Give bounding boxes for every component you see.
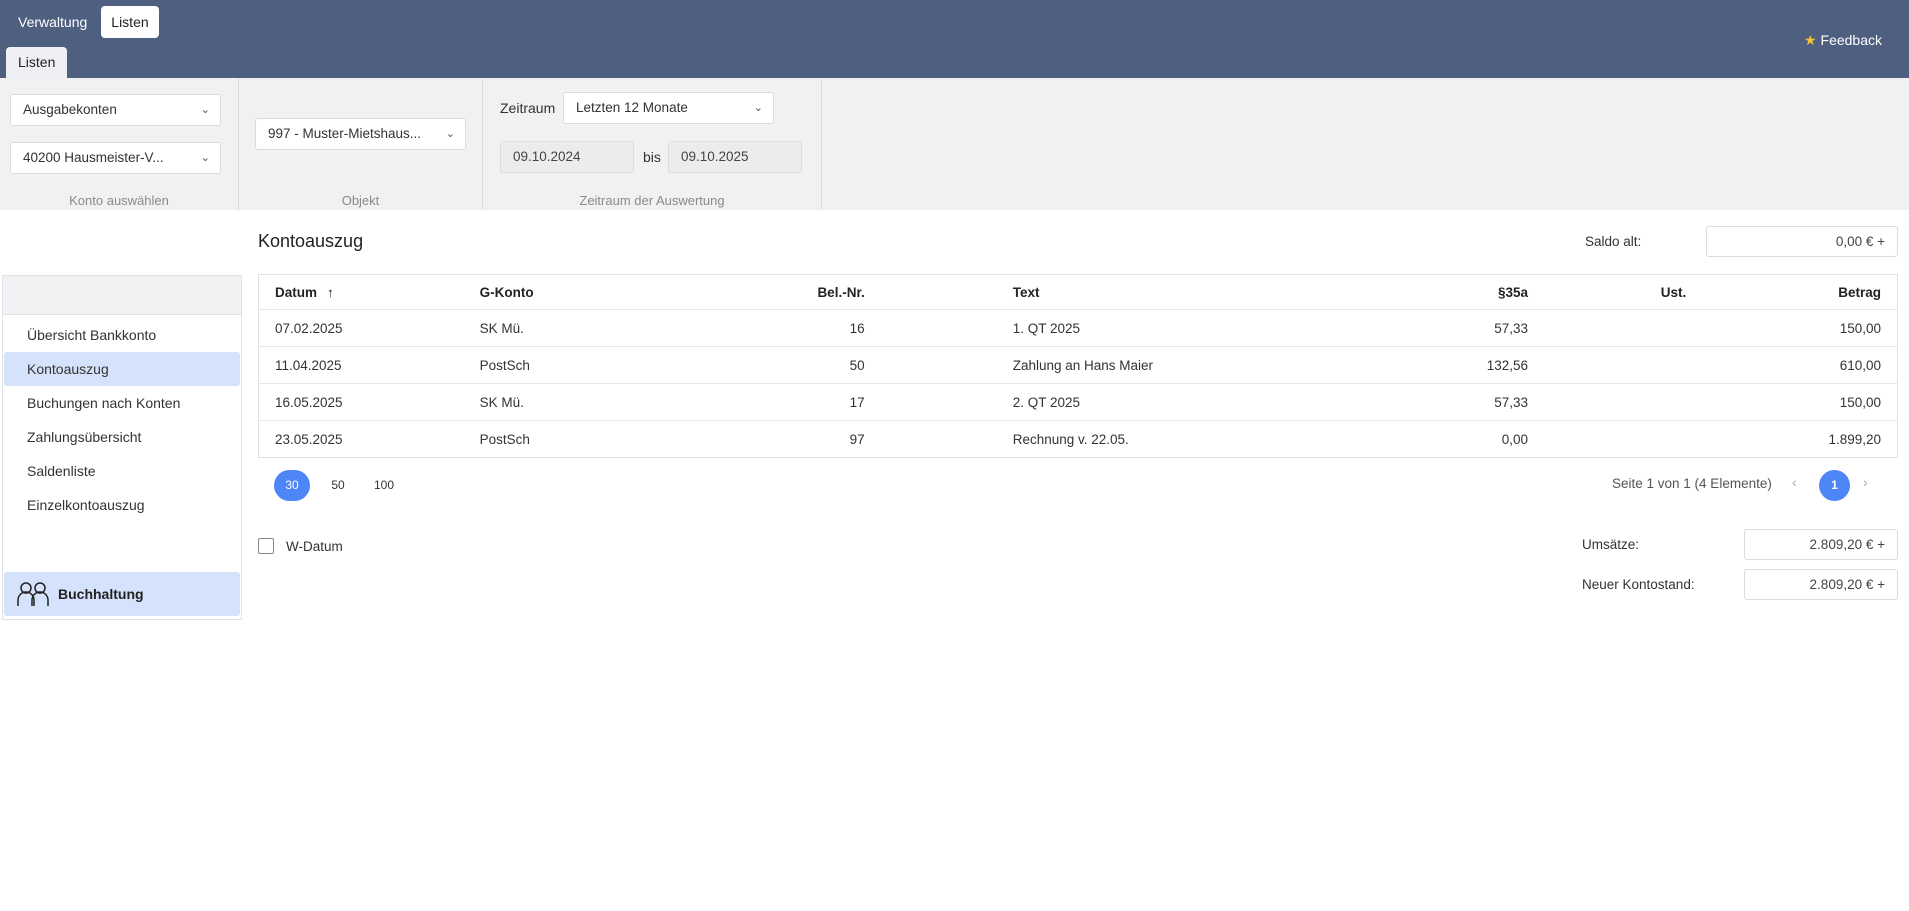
saldo-alt-label: Saldo alt: — [1585, 234, 1642, 249]
cell-text: Rechnung v. 22.05. — [1012, 431, 1129, 447]
nav-listen[interactable]: Listen — [101, 6, 159, 38]
col-beleg[interactable]: Bel.-Nr. — [671, 285, 881, 300]
top-bar: Verwaltung Listen Listen ★ Feedback — [0, 0, 1909, 78]
sort-ascending-icon: ↑ — [327, 284, 334, 300]
table-row[interactable]: 11.04.2025 PostSch 50 Zahlung an Hans Ma… — [259, 346, 1897, 383]
umsaetze-label: Umsätze: — [1582, 537, 1640, 552]
konto-caption: Konto auswählen — [69, 193, 169, 208]
people-icon — [17, 582, 49, 606]
tab-listen[interactable]: Listen — [6, 47, 68, 78]
wdatum-label: W-Datum — [286, 539, 343, 554]
konto-select[interactable]: 40200 Hausmeister-V... ⌄ — [10, 142, 221, 174]
cell-betrag: 150,00 — [1839, 394, 1881, 410]
konto-type-select[interactable]: Ausgabekonten ⌄ — [10, 94, 221, 126]
konto-value: 40200 Hausmeister-V... — [23, 150, 164, 165]
sidebar-item-einzelkontoauszug[interactable]: Einzelkontoauszug — [4, 488, 240, 522]
page-size-30[interactable]: 30 — [274, 470, 310, 501]
cell-35a: 57,33 — [1494, 320, 1528, 336]
table-row[interactable]: 07.02.2025 SK Mü. 16 1. QT 2025 57,33 15… — [259, 309, 1897, 346]
cell-gkonto: PostSch — [479, 357, 530, 373]
sidebar-footer-buchhaltung[interactable]: Buchhaltung — [4, 572, 240, 616]
page-title: Kontoauszug — [258, 231, 364, 251]
table-header: Datum ↑ G-Konto Bel.-Nr. Text §35a Ust. B… — [259, 275, 1897, 309]
chevron-down-icon: ⌄ — [445, 128, 455, 140]
cell-beleg: 17 — [849, 394, 865, 410]
umsaetze-value: 2.809,20 € + — [1744, 529, 1898, 560]
table-row[interactable]: 16.05.2025 SK Mü. 17 2. QT 2025 57,33 15… — [259, 383, 1897, 420]
cell-datum: 07.02.2025 — [275, 320, 343, 336]
nav-verwaltung[interactable]: Verwaltung — [8, 6, 97, 38]
feedback-label: Feedback — [1820, 32, 1882, 48]
objekt-select[interactable]: 997 - Muster-Mietshaus... ⌄ — [255, 118, 466, 150]
sidebar: Übersicht Bankkonto Kontoauszug Buchunge… — [2, 275, 242, 620]
cell-text: 2. QT 2025 — [1012, 394, 1080, 410]
sidebar-footer-label: Buchhaltung — [58, 586, 144, 602]
col-35a[interactable]: §35a — [1315, 285, 1544, 300]
neuer-kontostand-value: 2.809,20 € + — [1744, 569, 1898, 600]
cell-datum: 16.05.2025 — [275, 394, 343, 410]
page-info: Seite 1 von 1 (4 Elemente) — [1612, 476, 1772, 491]
cell-beleg: 16 — [849, 320, 865, 336]
objekt-section: 997 - Muster-Mietshaus... ⌄ Objekt — [239, 78, 483, 210]
sidebar-item-kontoauszug[interactable]: Kontoauszug — [4, 352, 240, 386]
zeitraum-section: Zeitraum Letzten 12 Monate ⌄ 09.10.2024 … — [483, 78, 822, 210]
zeitraum-value: Letzten 12 Monate — [576, 100, 688, 115]
zeitraum-label: Zeitraum — [500, 100, 556, 116]
col-betrag[interactable]: Betrag — [1702, 285, 1897, 300]
page-size-50[interactable]: 50 — [320, 470, 356, 501]
date-to-input[interactable]: 09.10.2025 — [668, 141, 802, 173]
page-size-100[interactable]: 100 — [366, 470, 402, 501]
col-datum-label: Datum — [275, 284, 318, 300]
cell-gkonto: SK Mü. — [479, 320, 524, 336]
page-size-selector: 30 50 100 — [274, 470, 402, 501]
cell-datum: 11.04.2025 — [275, 357, 342, 373]
zeitraum-caption: Zeitraum der Auswertung — [579, 193, 725, 208]
cell-gkonto: PostSch — [479, 431, 530, 447]
date-from-input[interactable]: 09.10.2024 — [500, 141, 634, 173]
cell-betrag: 1.899,20 — [1828, 431, 1881, 447]
feedback-button[interactable]: ★ Feedback — [1804, 32, 1882, 49]
top-nav: Verwaltung Listen — [8, 6, 159, 38]
cell-betrag: 150,00 — [1839, 320, 1881, 336]
filter-strip: Ausgabekonten ⌄ 40200 Hausmeister-V... ⌄… — [0, 78, 1909, 210]
cell-datum: 23.05.2025 — [275, 431, 343, 447]
col-text[interactable]: Text — [881, 285, 1315, 300]
zeitraum-select[interactable]: Letzten 12 Monate ⌄ — [563, 92, 774, 124]
sidebar-item-uebersicht-bankkonto[interactable]: Übersicht Bankkonto — [4, 318, 240, 352]
cell-text: Zahlung an Hans Maier — [1012, 357, 1154, 373]
cell-35a: 132,56 — [1486, 357, 1528, 373]
chevron-down-icon: ⌄ — [200, 104, 210, 116]
col-ust[interactable]: Ust. — [1544, 285, 1702, 300]
sidebar-item-saldenliste[interactable]: Saldenliste — [4, 454, 240, 488]
cell-35a: 57,33 — [1494, 394, 1528, 410]
chevron-down-icon: ⌄ — [753, 102, 763, 114]
col-datum[interactable]: Datum ↑ — [259, 285, 464, 300]
col-gkonto[interactable]: G-Konto — [464, 285, 672, 300]
sidebar-item-zahlungsuebersicht[interactable]: Zahlungsübersicht — [4, 420, 240, 454]
cell-betrag: 610,00 — [1839, 357, 1881, 373]
wdatum-checkbox[interactable] — [258, 538, 274, 554]
star-icon: ★ — [1803, 32, 1817, 48]
sidebar-item-buchungen-nach-konten[interactable]: Buchungen nach Konten — [4, 386, 240, 420]
sidebar-header — [3, 276, 241, 315]
konto-type-value: Ausgabekonten — [23, 102, 117, 117]
cell-35a: 0,00 — [1501, 431, 1528, 447]
cell-beleg: 97 — [849, 431, 865, 447]
bis-label: bis — [643, 149, 661, 165]
sidebar-items: Übersicht Bankkonto Kontoauszug Buchunge… — [3, 315, 241, 522]
saldo-alt-value: 0,00 € + — [1706, 226, 1898, 257]
cell-text: 1. QT 2025 — [1012, 320, 1080, 336]
kontoauszug-table: Datum ↑ G-Konto Bel.-Nr. Text §35a Ust. B… — [258, 274, 1898, 458]
table-row[interactable]: 23.05.2025 PostSch 97 Rechnung v. 22.05.… — [259, 420, 1897, 457]
page-1-button[interactable]: 1 — [1819, 470, 1850, 501]
objekt-caption: Objekt — [341, 193, 380, 208]
neuer-kontostand-label: Neuer Kontostand: — [1582, 577, 1695, 592]
konto-section: Ausgabekonten ⌄ 40200 Hausmeister-V... ⌄… — [0, 78, 239, 210]
prev-page-icon[interactable]: ‹ — [1792, 474, 1797, 490]
cell-beleg: 50 — [849, 357, 865, 373]
cell-gkonto: SK Mü. — [479, 394, 524, 410]
objekt-value: 997 - Muster-Mietshaus... — [268, 126, 422, 141]
next-page-icon[interactable]: › — [1863, 474, 1868, 490]
chevron-down-icon: ⌄ — [200, 152, 210, 164]
